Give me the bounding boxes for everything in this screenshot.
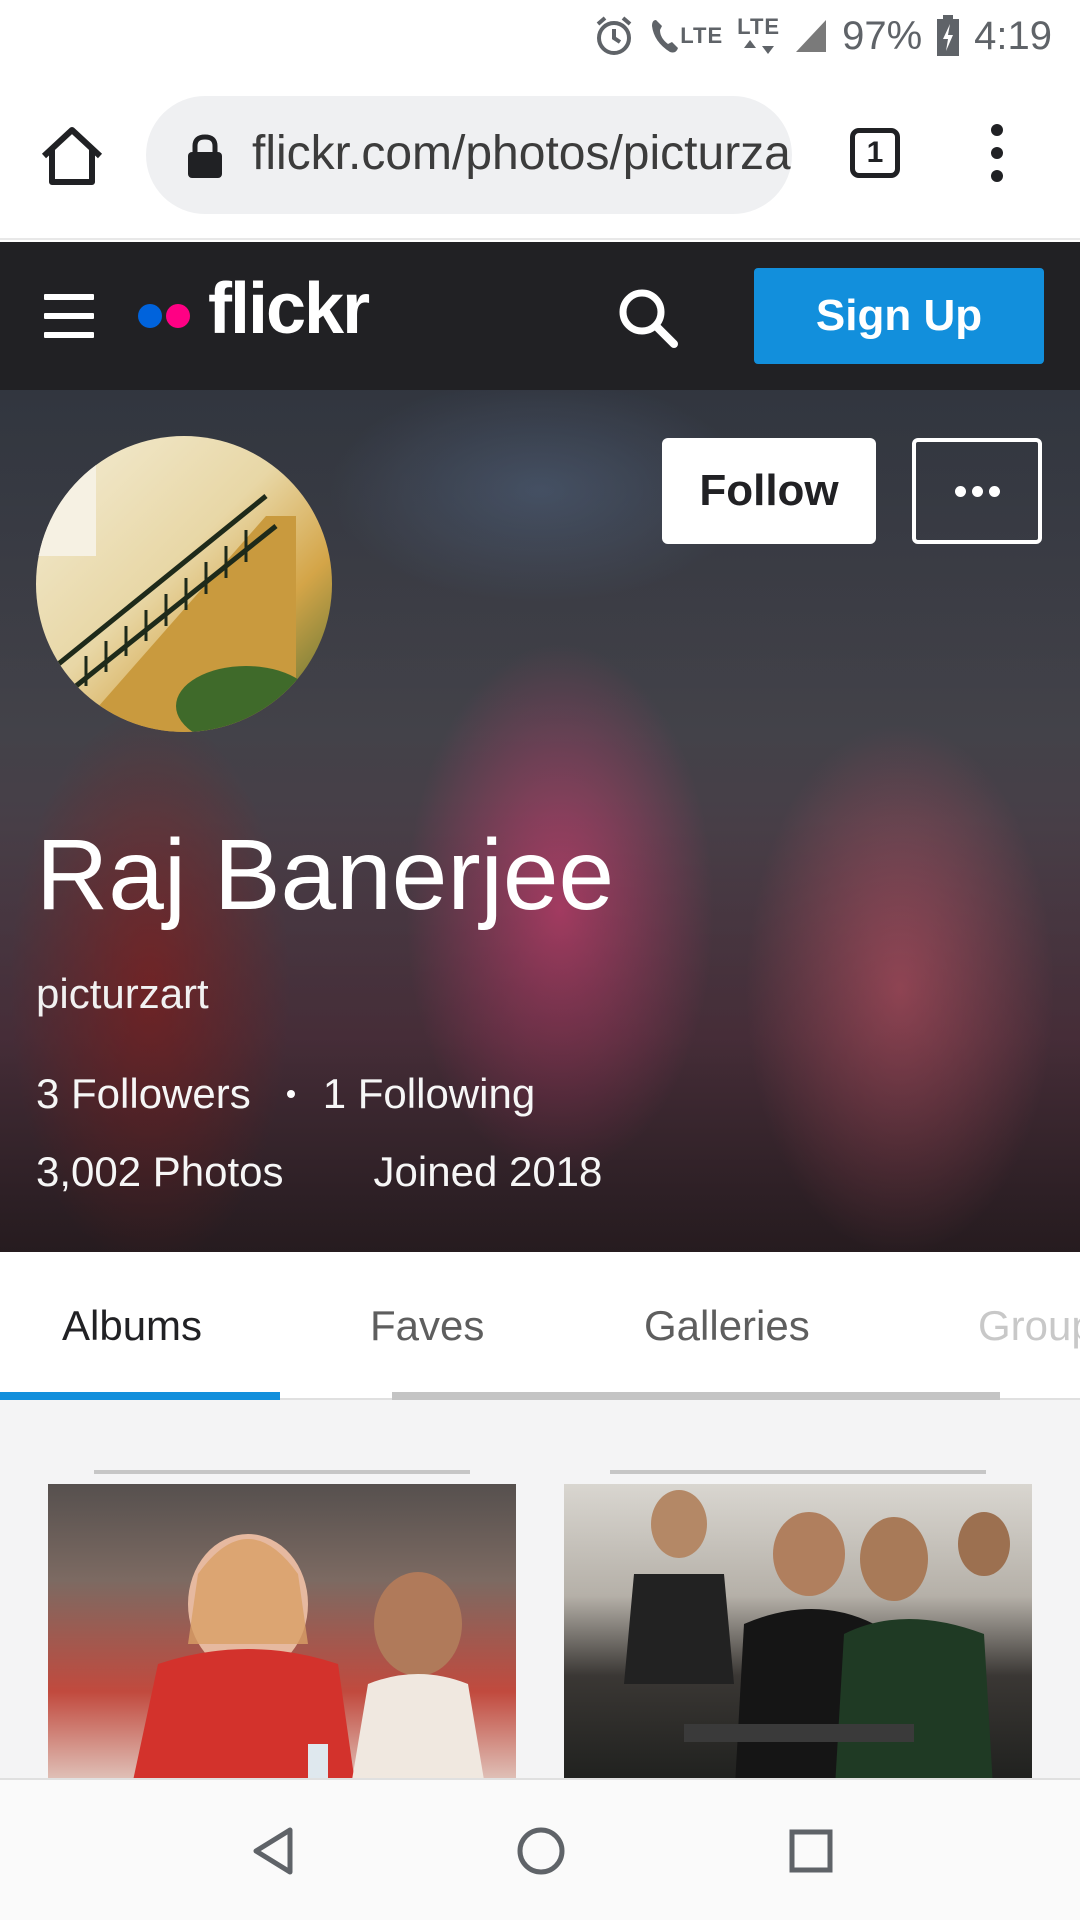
battery-percent: 97%: [842, 13, 923, 58]
profile-cover-photo: Follow Raj Banerjee picturzart 3 Followe…: [0, 390, 1080, 1252]
home-nav-button[interactable]: [514, 1824, 568, 1878]
profile-stats: 3,002 Photos Joined 2018: [36, 1148, 602, 1196]
back-button[interactable]: [246, 1824, 300, 1878]
blue-dot-icon: [138, 304, 162, 328]
tab-galleries[interactable]: Galleries: [644, 1302, 810, 1350]
followers-count[interactable]: 3 Followers: [36, 1070, 251, 1117]
browser-menu-button[interactable]: [985, 124, 1009, 184]
back-triangle-icon: [253, 1827, 293, 1875]
browser-toolbar: flickr.com/photos/picturzart 1: [0, 72, 1080, 240]
album-card[interactable]: [564, 1484, 1032, 1778]
url-text: flickr.com/photos/picturzart: [252, 127, 792, 180]
alarm-icon: [592, 14, 636, 58]
status-icons: LTE LTE 97% 4:19: [592, 10, 1052, 62]
album-card[interactable]: [48, 1484, 516, 1778]
home-icon: [41, 127, 103, 185]
photos-count: 3,002 Photos: [36, 1148, 284, 1195]
recents-square-icon: [789, 1829, 833, 1873]
flickr-logo[interactable]: flickr: [208, 268, 370, 350]
lte-label: LTE: [737, 14, 781, 39]
profile-tabs: Albums Faves Galleries Groups: [0, 1252, 1080, 1400]
recents-button[interactable]: [784, 1824, 838, 1878]
lte-label: LTE: [680, 23, 724, 48]
profile-name: Raj Banerjee: [36, 819, 615, 931]
album-cover-image: [624, 1490, 1010, 1778]
home-circle-icon: [517, 1827, 565, 1875]
sign-up-button[interactable]: Sign Up: [754, 268, 1044, 364]
flickr-logo-dots: [138, 304, 194, 333]
home-button[interactable]: [38, 124, 106, 188]
tab-scrollbar: [392, 1392, 1000, 1400]
tab-faves[interactable]: Faves: [370, 1302, 484, 1350]
system-nav-bar: [0, 1778, 1080, 1920]
follow-stats: 3 Followers 1 Following: [36, 1070, 535, 1118]
hamburger-menu-button[interactable]: [44, 294, 94, 338]
lock-icon: [188, 134, 222, 178]
clock-time: 4:19: [974, 13, 1052, 58]
tab-switcher-button[interactable]: 1: [850, 128, 900, 178]
address-bar[interactable]: flickr.com/photos/picturzart: [146, 96, 792, 214]
lte-data-icon: LTE: [737, 16, 780, 56]
search-button[interactable]: [616, 286, 680, 350]
pink-dot-icon: [166, 304, 190, 328]
profile-username: picturzart: [36, 970, 209, 1017]
album-cover-image: [133, 1534, 484, 1778]
search-icon: [619, 289, 678, 348]
tab-groups[interactable]: Groups: [978, 1302, 1080, 1350]
status-bar: LTE LTE 97% 4:19: [0, 0, 1080, 72]
separator-dot: [286, 1090, 295, 1098]
site-header: flickr Sign Up: [0, 242, 1080, 390]
staircase-avatar-image: [36, 436, 316, 732]
albums-grid: [0, 1400, 1080, 1778]
battery-charging-icon: [936, 15, 960, 57]
tab-albums[interactable]: Albums: [62, 1302, 202, 1350]
signal-icon: [794, 18, 828, 54]
phone-lte-icon: LTE: [650, 16, 723, 56]
active-tab-indicator: [0, 1392, 280, 1400]
avatar[interactable]: [36, 436, 332, 732]
joined-date: Joined 2018: [373, 1148, 603, 1195]
more-options-button[interactable]: [912, 438, 1042, 544]
following-count[interactable]: 1 Following: [323, 1070, 535, 1117]
follow-button[interactable]: Follow: [662, 438, 876, 544]
